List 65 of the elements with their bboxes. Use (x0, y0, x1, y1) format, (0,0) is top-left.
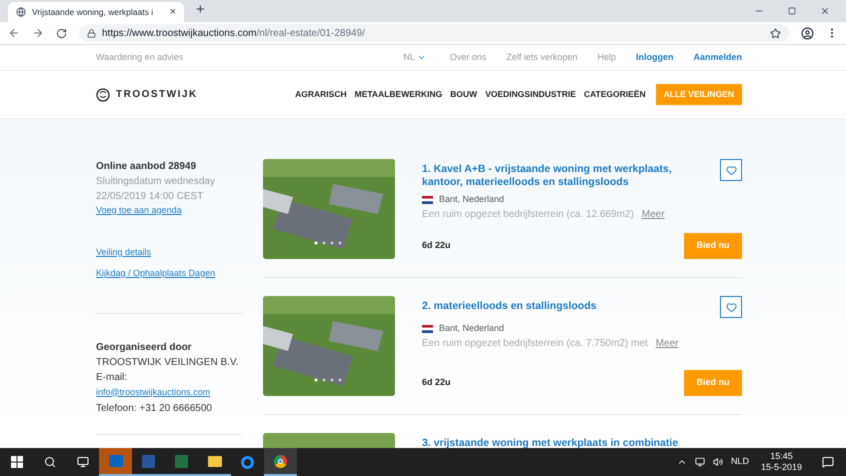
back-icon[interactable] (8, 27, 20, 39)
favorite-button[interactable] (720, 159, 742, 181)
nav-link[interactable]: METAALBEWERKING (354, 88, 442, 101)
close-icon[interactable] (820, 6, 830, 16)
flag-icon (422, 196, 433, 204)
flag-icon (422, 324, 433, 333)
email-link[interactable]: info@troostwijkauctions.com (96, 384, 242, 400)
heart-icon (726, 164, 736, 176)
address-field[interactable]: https://www.troostwijkauctions.com/nl/real-estate/01-28949/ (79, 24, 789, 42)
lock-icon (87, 28, 96, 38)
time-left-text: 6d 22u (422, 239, 452, 252)
nav-link[interactable]: BOUW (450, 88, 478, 101)
organizer-name: TROOSTWIJK VEILINGEN B.V. (96, 356, 240, 370)
email-label: E-mail: (96, 370, 128, 384)
lot-description: Een ruim opgezet bedrijfsterrein (ca. 7.750m2) met (422, 336, 648, 350)
closing-date-text: Sluitingsdatum wednesday (96, 175, 216, 189)
language-indicator[interactable]: NLD (730, 455, 749, 469)
time-left-text: 6d 22u (422, 376, 452, 390)
location-text: Bant, Nederland (439, 322, 504, 335)
profile-icon[interactable] (801, 26, 814, 40)
clock-date: 15-5-2019 (760, 462, 802, 473)
reload-icon[interactable] (56, 28, 67, 38)
add-to-agenda-link[interactable]: Voeg toe aan agenda (96, 204, 242, 218)
notification-icon[interactable] (822, 456, 834, 468)
lot-description: Een ruim opgezet bedrijfsterrein (ca. 12.669m2) (422, 208, 634, 222)
volume-icon[interactable] (712, 457, 723, 467)
utility-link[interactable]: Zelf iets verkopen (506, 50, 578, 64)
heart-icon (726, 302, 736, 312)
url-text: https://www.troostwijkauctions.com/nl/real-estate/01-28949/ (102, 26, 365, 40)
language-selector[interactable]: NL (403, 50, 426, 64)
close-tab-button[interactable]: × (170, 4, 176, 20)
logo-text: TROOSTWIJK (116, 88, 198, 102)
bookmark-star-icon[interactable] (770, 28, 781, 38)
site-icon (16, 7, 26, 17)
browser-tab[interactable]: Vrijstaande woning, werkplaats i × (8, 2, 184, 22)
utility-link[interactable]: Aanmelden (693, 50, 742, 64)
chrome-app-icon[interactable] (264, 448, 297, 476)
location-text: Bant, Nederland (439, 193, 504, 206)
maximize-icon[interactable] (788, 7, 796, 15)
phone-text: Telefoon: +31 20 6666500 (96, 402, 213, 416)
lot-title[interactable]: 2. materieelloods en stallingsloods (422, 296, 708, 313)
tab-title: Vrijstaande woning, werkplaats i (32, 6, 154, 18)
network-icon[interactable] (694, 457, 705, 467)
organizer-heading: Georganiseerd door (96, 340, 193, 354)
forward-icon[interactable] (32, 27, 44, 39)
utility-link[interactable]: Waardering en advies (96, 50, 184, 64)
nav-link[interactable]: VOEDINGSINDUSTRIE (485, 88, 576, 101)
favorite-button[interactable] (720, 296, 742, 318)
sidebar-link[interactable]: Veiling details (96, 246, 242, 259)
lot-title[interactable]: 1. Kavel A+B - vrijstaande woning met werkplaats, kantoor, materieelloods en stallingsloods (422, 159, 708, 189)
more-link[interactable]: Meer (642, 206, 665, 222)
clock-time: 15:45 (770, 451, 793, 462)
lot-title[interactable]: 3. vrijstaande woning met werkplaats in combinatie (422, 433, 742, 448)
utility-link[interactable]: Inloggen (636, 50, 674, 64)
sidebar-link[interactable]: Kijkdag / Ophaalplaats Dagen (96, 267, 242, 280)
logo-icon (96, 88, 110, 102)
utility-link[interactable]: Over ons (450, 50, 486, 64)
more-link[interactable]: Meer (656, 336, 678, 350)
utility-link[interactable]: Help (597, 50, 616, 64)
new-tab-button[interactable]: + (196, 0, 205, 21)
offer-title: Online aanbod 28949 (96, 160, 198, 174)
nav-link[interactable]: CATEGORIEËN (584, 88, 646, 101)
nav-link[interactable]: AGRARISCH (295, 88, 347, 101)
chevron-down-icon (416, 53, 426, 62)
closing-date-text: 22/05/2019 14:00 CEST (96, 190, 204, 204)
